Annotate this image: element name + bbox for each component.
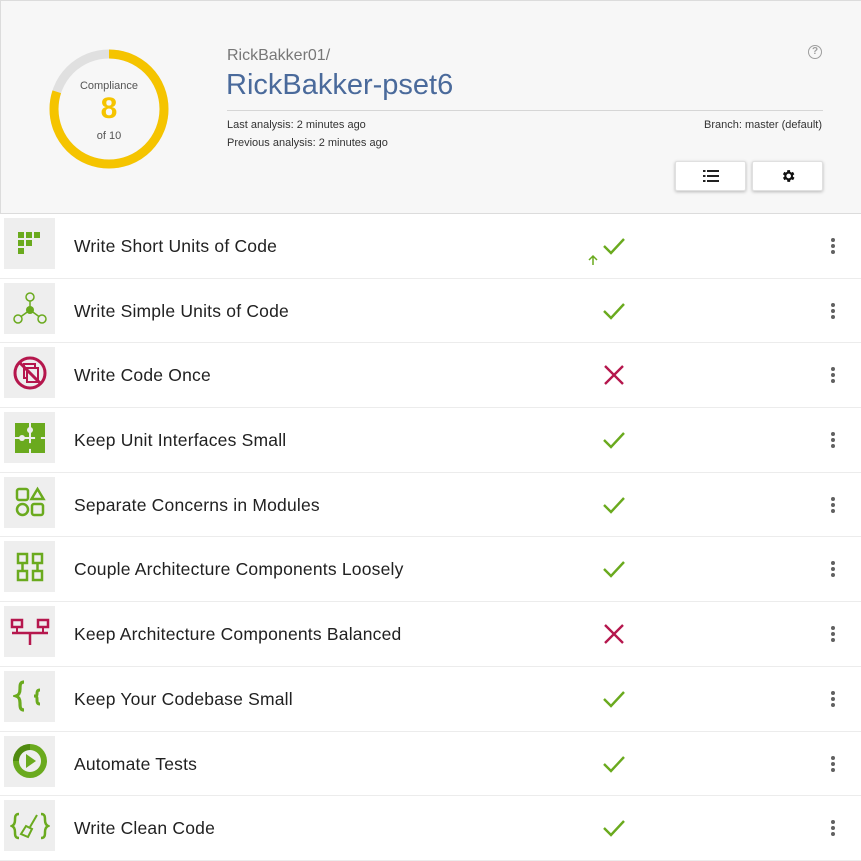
more-options-button[interactable] [829, 367, 837, 385]
check-icon [603, 302, 625, 320]
header-divider [227, 110, 823, 111]
branch-label: Branch: master (default) [704, 119, 822, 131]
code-once-icon [4, 347, 55, 399]
broom-braces-icon [4, 800, 55, 852]
guideline-row[interactable]: Write Clean Code [0, 796, 861, 861]
check-icon [603, 238, 625, 255]
guideline-title: Write Short Units of Code [74, 236, 278, 256]
compliance-label: Compliance [79, 80, 139, 92]
guideline-title: Separate Concerns in Modules [74, 494, 320, 515]
guideline-row[interactable]: Write Code Once [0, 343, 861, 409]
settings-button[interactable] [752, 161, 823, 191]
repo-owner: RickBakker01/ [227, 47, 331, 64]
last-analysis: Last analysis: 2 minutes ago [227, 119, 366, 131]
guideline-title: Write Code Once [74, 365, 211, 386]
guideline-title: Keep Architecture Components Balanced [74, 624, 402, 645]
guideline-title: Automate Tests [74, 753, 198, 774]
list-view-button[interactable] [675, 161, 746, 191]
gear-icon [782, 170, 794, 182]
list-icon [702, 170, 719, 182]
puzzle-icon [4, 412, 55, 464]
more-options-button[interactable] [829, 755, 837, 774]
repo-header: Compliance 8 of 10 RickBakker01/ RickBak… [0, 0, 861, 214]
guideline-row[interactable]: Write Short Units of Code [0, 214, 861, 279]
cross-icon [604, 624, 624, 644]
check-icon [603, 432, 625, 449]
guideline-row[interactable]: Keep Your Codebase Small [0, 667, 861, 732]
guideline-title: Write Clean Code [74, 818, 215, 839]
cross-icon [604, 365, 624, 386]
compliance-max: of 10 [96, 130, 122, 142]
guideline-list: Write Short Units of Code Write Simple U… [0, 214, 861, 861]
check-icon [603, 690, 625, 708]
guideline-row[interactable]: Keep Architecture Components Balanced [0, 602, 861, 667]
arrow-up-icon [588, 254, 598, 265]
help-icon[interactable]: ? [808, 45, 822, 59]
guideline-title: Keep Unit Interfaces Small [74, 430, 287, 451]
guideline-row[interactable]: Automate Tests [0, 732, 861, 797]
modules-icon [4, 476, 55, 528]
repo-name: RickBakker-pset6 [226, 69, 454, 101]
play-icon [4, 735, 55, 787]
balance-icon [4, 606, 55, 658]
guideline-row[interactable]: Write Simple Units of Code [0, 279, 861, 344]
simple-units-icon [4, 282, 55, 334]
more-options-button[interactable] [829, 690, 837, 709]
guideline-title: Couple Architecture Components Loosely [74, 559, 404, 580]
compliance-score: 8 [100, 92, 118, 125]
more-options-button[interactable] [829, 496, 837, 515]
guideline-title: Write Simple Units of Code [74, 300, 289, 321]
more-options-button[interactable] [829, 302, 837, 321]
guideline-row[interactable]: Couple Architecture Components Loosely [0, 537, 861, 603]
more-options-button[interactable] [829, 432, 837, 450]
short-units-icon [4, 218, 55, 269]
guideline-row[interactable]: Separate Concerns in Modules [0, 473, 861, 538]
more-options-button[interactable] [829, 626, 837, 644]
check-icon [603, 561, 625, 579]
check-icon [603, 496, 625, 514]
braces-icon [4, 670, 55, 722]
more-options-button[interactable] [829, 238, 837, 256]
guideline-title: Keep Your Codebase Small [74, 688, 293, 709]
previous-analysis: Previous analysis: 2 minutes ago [227, 137, 388, 149]
check-icon [603, 820, 625, 837]
components-icon [4, 541, 55, 593]
more-options-button[interactable] [829, 561, 837, 579]
more-options-button[interactable] [829, 820, 837, 838]
guideline-row[interactable]: Keep Unit Interfaces Small [0, 408, 861, 473]
check-icon [603, 755, 625, 773]
compliance-gauge: Compliance 8 of 10 [47, 47, 171, 171]
